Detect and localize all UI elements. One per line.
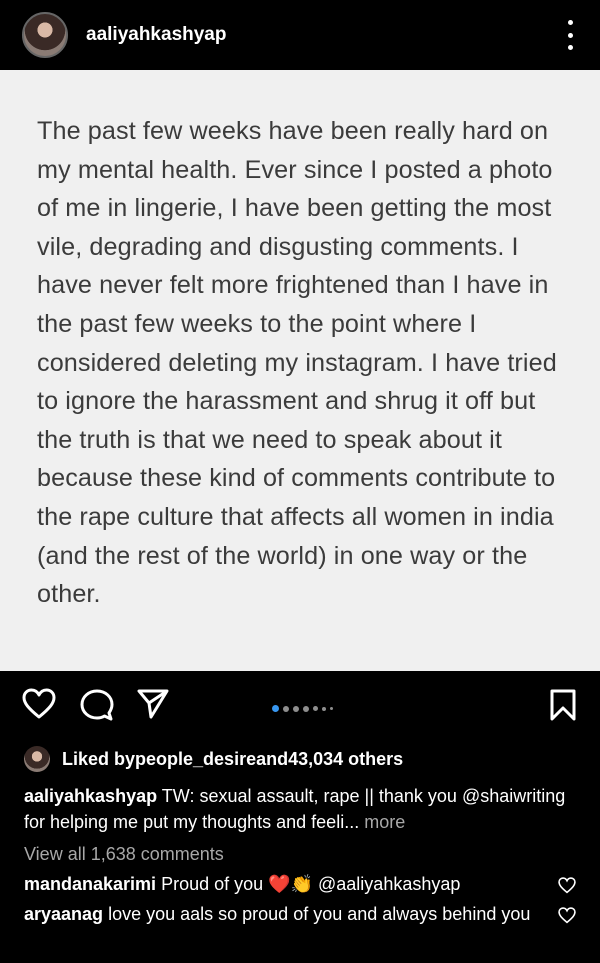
post-header: aaliyahkashyap bbox=[0, 0, 600, 70]
comment-username[interactable]: mandanakarimi bbox=[24, 874, 156, 894]
likes-count[interactable]: 43,034 others bbox=[288, 749, 403, 770]
comment-username[interactable]: aryaanag bbox=[24, 904, 103, 924]
heart-icon[interactable] bbox=[22, 688, 56, 720]
caption-more-link[interactable]: more bbox=[364, 812, 405, 832]
share-icon[interactable] bbox=[137, 688, 169, 720]
more-options-icon[interactable] bbox=[562, 20, 578, 50]
liker-username[interactable]: people_desire bbox=[135, 749, 256, 770]
username[interactable]: aaliyahkashyap bbox=[86, 24, 226, 46]
caption: aaliyahkashyap TW: sexual assault, rape … bbox=[0, 783, 600, 835]
comment-text: Proud of you bbox=[161, 874, 264, 894]
view-all-comments-link[interactable]: View all 1,638 comments bbox=[0, 841, 600, 867]
comment-emoji: ❤️👏 bbox=[268, 874, 313, 894]
comment-mention[interactable]: @aaliyahkashyap bbox=[318, 874, 460, 894]
liker-avatar bbox=[24, 746, 50, 772]
comment-item: mandanakarimi Proud of you ❤️👏 @aaliyahk… bbox=[0, 871, 600, 897]
post-image-text: The past few weeks have been really hard… bbox=[37, 117, 557, 609]
likes-middle: and bbox=[256, 748, 289, 769]
comment-like-heart-icon[interactable] bbox=[558, 907, 576, 924]
bookmark-icon[interactable] bbox=[549, 688, 577, 722]
carousel-dots bbox=[272, 705, 333, 712]
likes-row[interactable]: Liked by people_desire and 43,034 others bbox=[0, 741, 600, 777]
comment-item: aryaanag love you aals so proud of you a… bbox=[0, 901, 600, 927]
likes-prefix: Liked by bbox=[62, 748, 136, 769]
user-avatar[interactable] bbox=[22, 12, 68, 58]
post-actions bbox=[0, 671, 600, 741]
post-image[interactable]: The past few weeks have been really hard… bbox=[0, 70, 600, 671]
comment-icon[interactable] bbox=[80, 688, 114, 722]
comment-like-heart-icon[interactable] bbox=[558, 877, 576, 894]
comment-text: love you aals so proud of you and always… bbox=[108, 904, 531, 924]
caption-username[interactable]: aaliyahkashyap bbox=[24, 786, 157, 806]
